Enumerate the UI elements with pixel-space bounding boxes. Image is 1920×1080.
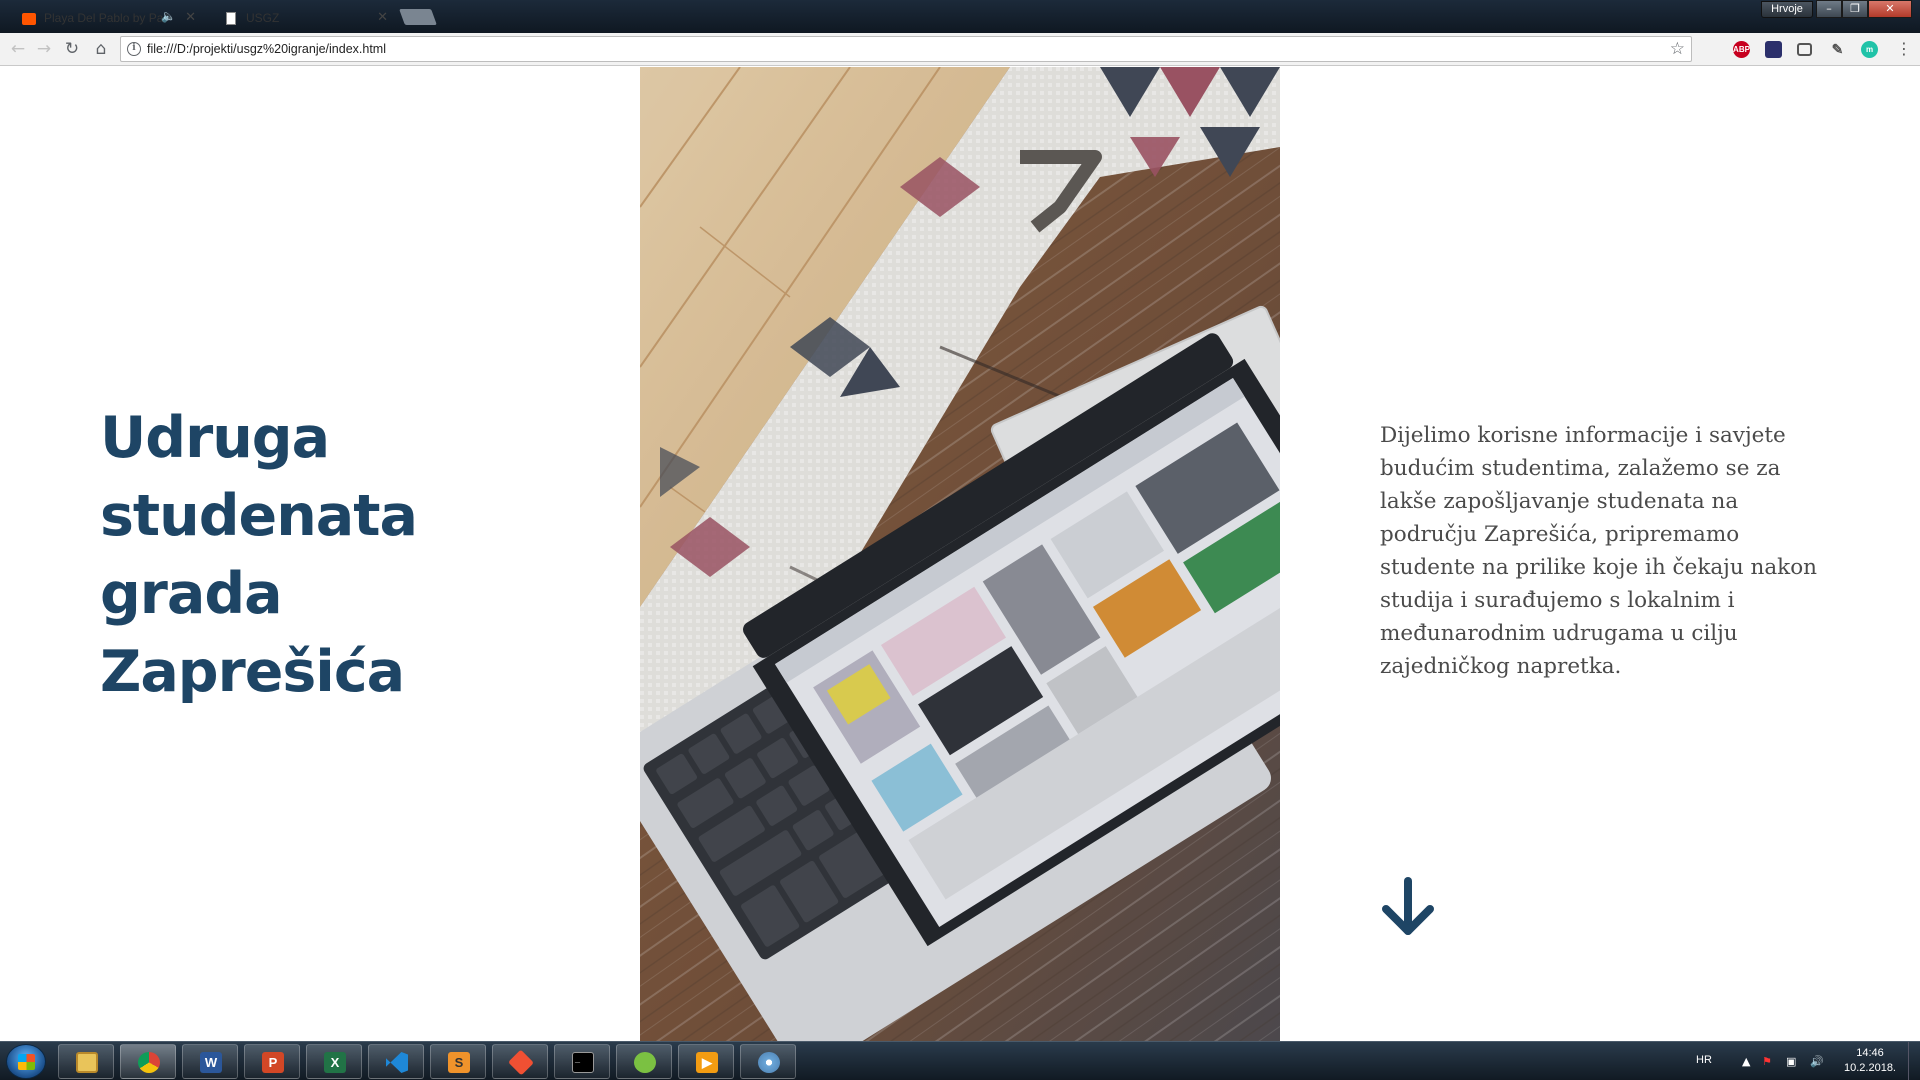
windows-taskbar: W P X S _ ▶ HR ▲ ⚑ ▣ 🔊 14:46 10.2.2018. <box>0 1041 1920 1080</box>
speaker-icon[interactable]: 🔈 <box>161 9 176 23</box>
chrome-icon <box>138 1052 160 1073</box>
word-icon: W <box>200 1052 222 1073</box>
tab-title: USGZ <box>246 11 280 25</box>
system-tray: HR ▲ ⚑ ▣ 🔊 14:46 10.2.2018. <box>1690 1042 1920 1080</box>
document-icon <box>226 12 236 25</box>
adblock-plus-icon[interactable]: ABP <box>1733 41 1750 58</box>
back-icon[interactable]: ← <box>8 39 28 59</box>
windows-start-icon[interactable] <box>6 1044 46 1079</box>
window-controls: – ❐ ✕ <box>1816 0 1912 18</box>
profile-button[interactable]: Hrvoje <box>1761 1 1813 18</box>
volume-icon[interactable]: 🔊 <box>1810 1055 1824 1068</box>
network-icon[interactable]: ▣ <box>1786 1055 1796 1068</box>
language-indicator[interactable]: HR <box>1696 1054 1712 1066</box>
browser-toolbar: ← → ↻ ⌂ i file:///D:/projekti/usgz%20igr… <box>0 33 1920 66</box>
tab-title: Playa Del Pablo by Pa <box>44 11 164 25</box>
folder-icon <box>76 1052 98 1073</box>
browser-menu-icon[interactable]: ⋮ <box>1896 40 1912 58</box>
eyedropper-icon[interactable]: ✎ <box>1829 41 1846 58</box>
hero-title: Udruga studenata grada Zaprešića <box>100 399 520 711</box>
git-icon <box>508 1049 534 1076</box>
taskbar-vscode[interactable] <box>368 1044 424 1079</box>
close-icon[interactable]: ✕ <box>185 9 196 25</box>
extension-icon[interactable] <box>1765 41 1782 58</box>
taskbar-git[interactable] <box>492 1044 548 1079</box>
taskbar-cmd[interactable]: _ <box>554 1044 610 1079</box>
hero-title-line: grada <box>100 561 283 627</box>
window-close-icon[interactable]: ✕ <box>1868 0 1912 18</box>
action-center-flag-icon[interactable]: ⚑ <box>1762 1055 1772 1068</box>
hero-description: Dijelimo korisne informacije i savjete b… <box>1380 423 1818 679</box>
clock-time: 14:46 <box>1856 1047 1884 1059</box>
bookmark-star-icon[interactable]: ☆ <box>1670 39 1685 59</box>
soundcloud-icon <box>22 13 36 25</box>
sublime-text-icon: S <box>448 1052 470 1073</box>
hero-title-line: studenata <box>100 483 418 549</box>
command-prompt-icon: _ <box>572 1052 594 1073</box>
hero-desk-photo <box>640 67 1280 1041</box>
restore-icon[interactable]: ❐ <box>1842 0 1868 18</box>
scroll-down-arrow-icon[interactable] <box>1378 877 1438 937</box>
utorrent-icon <box>634 1052 656 1073</box>
tab-soundcloud[interactable]: Playa Del Pablo by Pa 🔈 ✕ <box>4 3 204 33</box>
screenshot-icon[interactable] <box>1797 43 1812 56</box>
home-icon[interactable]: ⌂ <box>91 39 111 59</box>
info-icon[interactable]: i <box>127 42 141 56</box>
paint-icon <box>758 1052 780 1073</box>
taskbar-word[interactable]: W <box>182 1044 238 1079</box>
taskbar-utorrent[interactable] <box>616 1044 672 1079</box>
forward-icon[interactable]: → <box>34 39 54 59</box>
media-player-icon: ▶ <box>696 1052 718 1073</box>
clock[interactable]: 14:46 10.2.2018. <box>1840 1046 1900 1076</box>
taskbar-chrome[interactable] <box>120 1044 176 1079</box>
taskbar-explorer[interactable] <box>58 1044 114 1079</box>
browser-tab-strip: Playa Del Pablo by Pa 🔈 ✕ USGZ ✕ Hrvoje … <box>0 0 1920 33</box>
taskbar-paint[interactable] <box>740 1044 796 1079</box>
minimize-icon[interactable]: – <box>1816 0 1842 18</box>
clock-date: 10.2.2018. <box>1844 1062 1896 1074</box>
excel-icon: X <box>324 1052 346 1073</box>
taskbar-powerpoint[interactable]: P <box>244 1044 300 1079</box>
show-desktop-button[interactable] <box>1908 1042 1920 1080</box>
address-bar[interactable]: i file:///D:/projekti/usgz%20igranje/ind… <box>120 36 1692 62</box>
taskbar-media-player[interactable]: ▶ <box>678 1044 734 1079</box>
vscode-icon <box>386 1052 408 1073</box>
powerpoint-icon: P <box>262 1052 284 1073</box>
taskbar-sublime[interactable]: S <box>430 1044 486 1079</box>
desk-photo-illustration <box>640 67 1280 1041</box>
close-icon[interactable]: ✕ <box>377 9 388 25</box>
new-tab-button[interactable] <box>399 9 437 25</box>
page-viewport: Udruga studenata grada Zaprešića Dijelim… <box>0 67 1920 1041</box>
reload-icon[interactable]: ↻ <box>62 39 82 59</box>
taskbar-excel[interactable]: X <box>306 1044 362 1079</box>
hero-title-line: Udruga <box>100 405 330 471</box>
url-text[interactable]: file:///D:/projekti/usgz%20igranje/index… <box>147 42 386 56</box>
extension-m-icon[interactable]: m <box>1861 41 1878 58</box>
show-hidden-icons-icon[interactable]: ▲ <box>1742 1055 1750 1068</box>
tab-usgz[interactable]: USGZ ✕ <box>206 3 396 33</box>
hero-title-line: Zaprešića <box>100 639 405 705</box>
